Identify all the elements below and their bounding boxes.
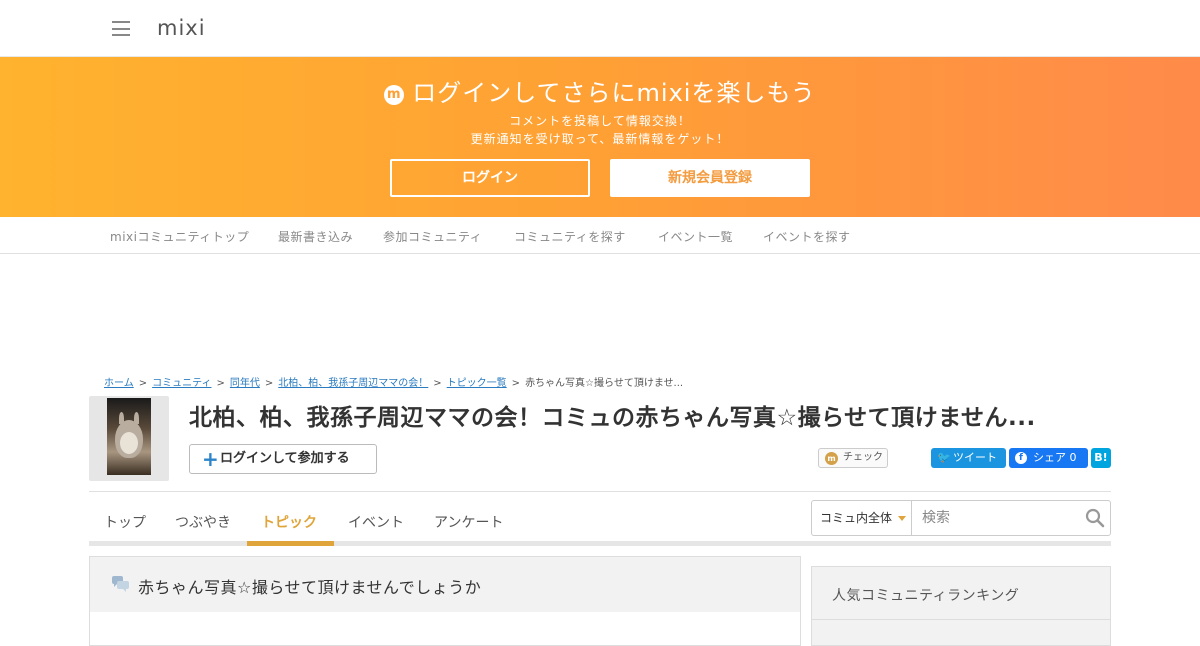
breadcrumb-current: 赤ちゃん写真☆撮らせて頂けませ... — [525, 378, 684, 389]
join-community-button[interactable]: + ログインして参加する — [189, 444, 377, 474]
facebook-share-button[interactable]: f シェア 0 — [1009, 448, 1088, 468]
breadcrumb-separator: > — [216, 378, 225, 389]
tab-bar — [89, 541, 1111, 546]
facebook-icon: f — [1015, 452, 1027, 464]
breadcrumb-topic-list[interactable]: トピック一覧 — [447, 378, 507, 389]
twitter-bird-icon: 🐦 — [937, 451, 951, 464]
topic-header: 赤ちゃん写真☆撮らせて頂けませんでしょうか — [90, 557, 800, 612]
breadcrumb-separator: > — [138, 378, 148, 389]
banner-title-text: ログインしてさらにmixiを楽しもう — [412, 79, 816, 107]
subnav-community-top[interactable]: mixiコミュニティトップ — [110, 228, 249, 245]
mixi-check-button[interactable]: m チェック — [818, 448, 888, 468]
tab-topic[interactable]: トピック — [261, 512, 317, 532]
banner-subtext-2: 更新通知を受け取って、最新情報をゲット！ — [470, 132, 730, 146]
mixi-m-icon: m — [384, 85, 405, 105]
register-button[interactable]: 新規会員登録 — [610, 159, 810, 197]
tweet-label: ツイート — [953, 451, 997, 464]
breadcrumb-same-age[interactable]: 同年代 — [230, 378, 260, 389]
breadcrumb-separator: > — [511, 378, 521, 389]
breadcrumb: ホーム > コミュニティ > 同年代 > 北柏、柏、我孫子周辺ママの会！ > トピック一覧 > 赤ち… — [104, 374, 683, 389]
breadcrumb-separator: > — [433, 378, 442, 389]
check-label: チェック — [843, 452, 883, 463]
tab-event[interactable]: イベント — [348, 512, 404, 532]
breadcrumb-home[interactable]: ホーム — [104, 378, 134, 389]
search-input[interactable] — [911, 500, 1111, 536]
menu-icon[interactable] — [112, 21, 130, 36]
active-tab-indicator — [247, 541, 334, 546]
topic-title: 赤ちゃん写真☆撮らせて頂けませんでしょうか — [138, 578, 482, 597]
breadcrumb-community-name[interactable]: 北柏、柏、我孫子周辺ママの会！ — [278, 378, 428, 389]
mixi-check-icon: m — [825, 452, 838, 465]
search-scope-label: コミュ内全体 — [820, 511, 893, 525]
facebook-share-label: シェア 0 — [1033, 451, 1077, 464]
community-thumbnail[interactable] — [89, 396, 169, 481]
login-banner: m ログインしてさらにmixiを楽しもう コメントを投稿して情報交換！ 更新通知を… — [0, 57, 1200, 217]
subnav-joined-communities[interactable]: 参加コミュニティ — [383, 228, 482, 245]
ranking-panel: 人気コミュニティランキング — [811, 566, 1111, 646]
community-photo — [107, 398, 151, 475]
caret-down-icon — [898, 516, 906, 521]
subnav-latest-posts[interactable]: 最新書き込み — [278, 228, 353, 245]
tab-enquete[interactable]: アンケート — [434, 512, 503, 532]
breadcrumb-community[interactable]: コミュニティ — [152, 378, 211, 389]
community-subnav: mixiコミュニティトップ 最新書き込み 参加コミュニティ コミュニティを探す … — [0, 217, 1200, 254]
tab-tsubuyaki[interactable]: つぶやき — [175, 512, 231, 532]
subnav-find-community[interactable]: コミュニティを探す — [514, 228, 626, 245]
banner-title: m ログインしてさらにmixiを楽しもう — [0, 73, 1200, 108]
top-header: mixi — [0, 0, 1200, 57]
search-icon[interactable] — [1085, 508, 1105, 528]
tweet-button[interactable]: 🐦 ツイート — [931, 448, 1006, 468]
login-button[interactable]: ログイン — [390, 159, 590, 197]
mixi-logo[interactable]: mixi — [157, 16, 206, 40]
topic-panel: 赤ちゃん写真☆撮らせて頂けませんでしょうか — [89, 556, 801, 646]
speech-bubbles-icon — [112, 576, 129, 592]
ranking-title: 人気コミュニティランキング — [832, 588, 1020, 604]
join-community-label: ログインして参加する — [220, 451, 350, 466]
community-page-title: 北柏、柏、我孫子周辺ママの会！コミュの赤ちゃん写真☆撮らせて頂けません... — [189, 405, 1036, 431]
subnav-event-list[interactable]: イベント一覧 — [658, 228, 733, 245]
breadcrumb-separator: > — [264, 378, 274, 389]
banner-subtext-1: コメントを投稿して情報交換！ — [509, 114, 691, 128]
search-scope-select[interactable]: コミュ内全体 — [811, 500, 912, 536]
plus-icon: + — [202, 447, 219, 471]
tab-top[interactable]: トップ — [104, 512, 146, 532]
ranking-divider — [812, 619, 1110, 620]
subnav-find-event[interactable]: イベントを探す — [763, 228, 851, 245]
hatena-bookmark-button[interactable]: B! — [1091, 448, 1111, 468]
